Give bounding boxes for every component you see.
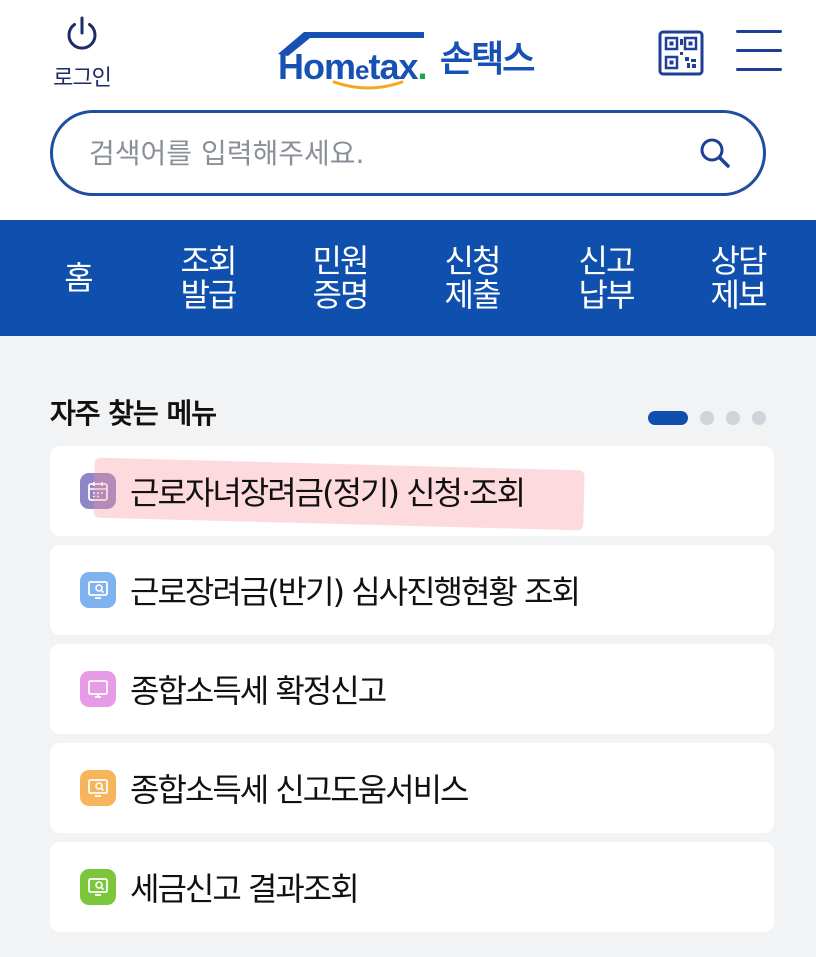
menu-item-tax-report-result[interactable]: 세금신고 결과조회	[50, 842, 774, 932]
monitor-icon	[80, 671, 116, 707]
section-title: 자주 찾는 메뉴	[50, 397, 217, 430]
main-nav: 홈 조회 발급 민원 증명 신청 제출 신고 납부 상담 제보	[0, 220, 816, 336]
pager-dot[interactable]	[752, 411, 766, 425]
menu-item-income-tax-final-report[interactable]: 종합소득세 확정신고	[50, 644, 774, 734]
carousel-pager	[648, 411, 766, 425]
hometax-logo[interactable]: Hometax. 손택스	[274, 22, 546, 92]
search-input[interactable]	[89, 136, 697, 170]
pager-dot[interactable]	[726, 411, 740, 425]
calendar-icon	[80, 473, 116, 509]
search-bar	[50, 110, 766, 196]
hamburger-line	[736, 49, 782, 52]
qr-code-button[interactable]	[658, 30, 704, 76]
tab-report-pay[interactable]: 신고 납부	[570, 220, 642, 336]
logo-brand: 손택스	[440, 39, 535, 80]
main-content: 자주 찾는 메뉴 근로자녀장려금(정기) 신청·조회근로장려금(반기) 심사진행…	[0, 336, 816, 957]
search-icon[interactable]	[697, 135, 733, 171]
menu-item-label: 종합소득세 확정신고	[130, 672, 387, 710]
power-icon	[67, 16, 97, 50]
menu-item-earned-income-review[interactable]: 근로장려금(반기) 심사진행현황 조회	[50, 545, 774, 635]
hamburger-line	[736, 30, 782, 33]
smile-icon	[332, 80, 404, 90]
menu-item-working-child-incentive[interactable]: 근로자녀장려금(정기) 신청·조회	[50, 446, 774, 536]
hamburger-line	[736, 68, 782, 71]
tab-civil-certificate[interactable]: 민원 증명	[304, 220, 376, 336]
tab-apply-submit[interactable]: 신청 제출	[436, 220, 508, 336]
tab-inquiry-issue[interactable]: 조회 발급	[172, 220, 244, 336]
menu-item-income-tax-help-service[interactable]: 종합소득세 신고도움서비스	[50, 743, 774, 833]
login-button[interactable]: 로그인	[44, 14, 120, 94]
qr-code-icon	[658, 30, 704, 76]
favorite-menu-list: 근로자녀장려금(정기) 신청·조회근로장려금(반기) 심사진행현황 조회종합소득…	[50, 446, 774, 941]
monitor-search-icon	[80, 869, 116, 905]
menu-item-label: 근로장려금(반기) 심사진행현황 조회	[130, 573, 581, 611]
monitor-search-icon	[80, 770, 116, 806]
monitor-search-icon	[80, 572, 116, 608]
login-label: 로그인	[53, 66, 112, 91]
menu-item-label: 세금신고 결과조회	[130, 870, 360, 908]
header: 로그인 Hometax. 손택스	[0, 0, 816, 220]
hamburger-menu-button[interactable]	[736, 30, 782, 72]
pager-dot[interactable]	[700, 411, 714, 425]
tab-home[interactable]: 홈	[50, 220, 106, 336]
pager-dot[interactable]	[648, 411, 688, 425]
menu-item-label: 근로자녀장려금(정기) 신청·조회	[130, 474, 526, 512]
menu-item-label: 종합소득세 신고도움서비스	[130, 771, 469, 809]
tab-consult-report[interactable]: 상담 제보	[702, 220, 774, 336]
logo-mark: Hometax.	[274, 28, 434, 92]
